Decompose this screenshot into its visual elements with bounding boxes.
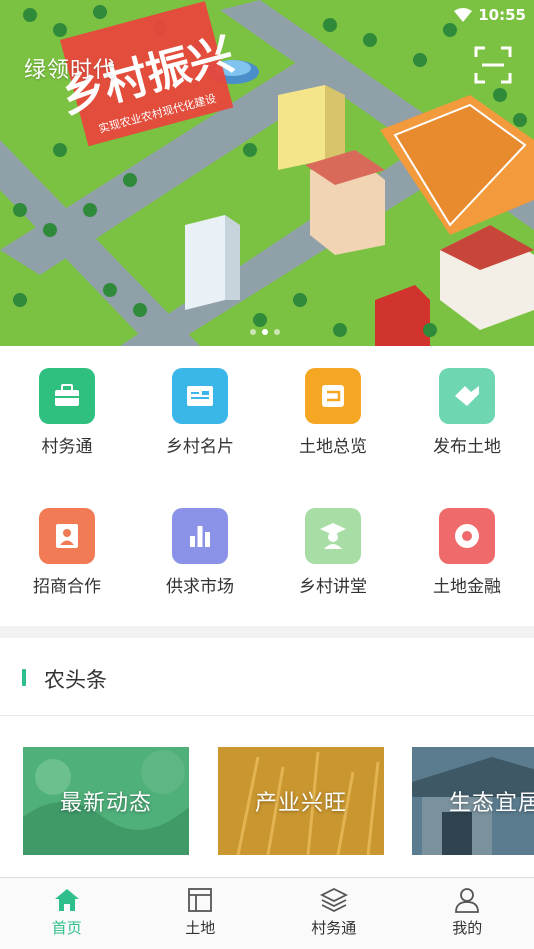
function-label: 供求市场 [166,577,234,597]
news-category-list: 最新动态 产业兴旺 生态宜居 [0,717,534,877]
tab-label: 村务通 [311,919,357,937]
function-item[interactable]: 招商合作 [0,486,134,606]
function-label: 乡村名片 [166,437,234,457]
hero-banner[interactable]: 乡村振兴 实现农业农村现代化建设 10:55 绿领时代 [0,0,534,346]
function-item[interactable]: 土地总览 [266,346,400,466]
news-title: 农头条 [44,668,107,692]
news-card-industry[interactable]: 产业兴旺 [218,747,384,855]
scan-icon[interactable] [474,46,512,84]
tab-home[interactable]: 首页 [0,878,134,949]
news-header: 农头条 [0,638,534,716]
news-accent-bar [22,669,26,686]
function-grid: 村务通 乡村名片 土地总览 发布土地招商合作 供求市场 乡村讲堂 土地金融 [0,346,534,626]
handshake-icon [439,368,495,424]
home-icon [54,889,79,911]
carousel-dot[interactable] [274,329,280,335]
function-label: 招商合作 [33,577,101,597]
carousel-dot[interactable] [262,329,268,335]
news-card-ecology[interactable]: 生态宜居 [412,747,534,855]
status-bar: 10:55 [454,4,526,26]
function-label: 土地总览 [299,437,367,457]
layers-icon [319,887,348,913]
id-card-icon [172,368,228,424]
function-item[interactable]: 乡村名片 [133,346,267,466]
function-item[interactable]: 村务通 [0,346,134,466]
person-icon [39,508,95,564]
user-icon [455,888,480,913]
function-item[interactable]: 土地金融 [400,486,534,606]
function-item[interactable]: 乡村讲堂 [266,486,400,606]
tab-label: 土地 [185,919,216,937]
tab-mine[interactable]: 我的 [401,878,534,949]
briefcase-icon [39,368,95,424]
tab-land[interactable]: 土地 [134,878,268,949]
news-card-latest[interactable]: 最新动态 [23,747,189,855]
brand-text: 绿领时代 [24,58,117,83]
carousel-dot[interactable] [250,329,256,335]
news-card-label: 产业兴旺 [254,791,347,816]
function-label: 乡村讲堂 [299,577,367,597]
function-label: 村务通 [41,437,93,457]
tab-village-affairs[interactable]: 村务通 [267,878,401,949]
graduate-icon [305,508,361,564]
wifi-icon [454,8,473,22]
news-card-label: 最新动态 [59,791,152,816]
carousel-indicator [250,329,280,335]
function-item[interactable]: 发布土地 [400,346,534,466]
bottom-tab-bar: 首页 土地 村务通 我的 [0,877,534,949]
function-item[interactable]: 供求市场 [133,486,267,606]
news-card-label: 生态宜居 [448,791,534,816]
function-label: 发布土地 [433,437,501,457]
tab-label: 我的 [452,919,483,937]
function-label: 土地金融 [433,577,501,597]
section-divider [0,626,534,638]
overview-icon [305,368,361,424]
status-time: 10:55 [478,6,526,24]
tab-label: 首页 [51,919,82,937]
coin-icon [439,508,495,564]
land-icon [188,888,213,912]
bar-chart-icon [172,508,228,564]
